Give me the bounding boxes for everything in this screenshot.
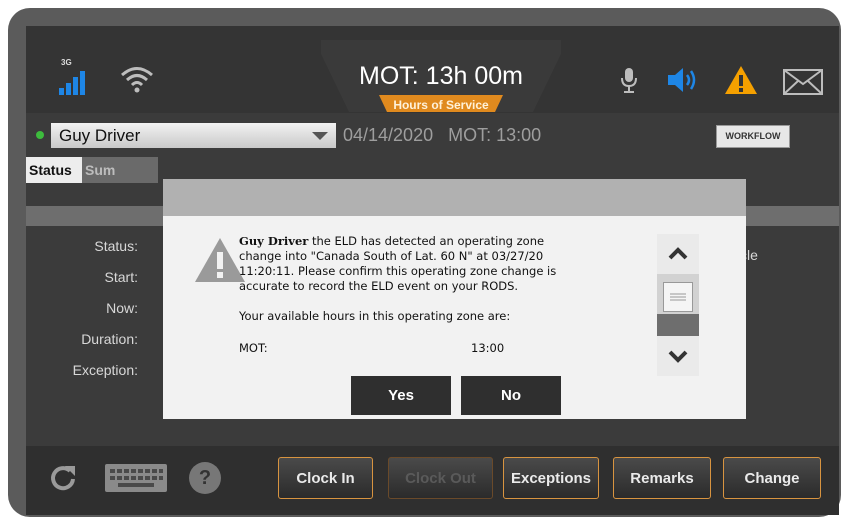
driver-name: Guy Driver (59, 126, 141, 145)
dropdown-arrow-icon (312, 132, 328, 140)
dialog-hours-label: MOT: (239, 341, 268, 355)
dialog-driver-name: Guy Driver (239, 234, 309, 248)
scroll-track (657, 314, 699, 336)
dialog-hours-line: MOT: 13:00 (239, 341, 584, 355)
keyboard-icon[interactable] (104, 463, 168, 493)
workflow-button[interactable]: WORKFLOW (716, 125, 790, 148)
chevron-up-icon (668, 247, 688, 260)
app-screen: 3G MOT: 13h 00m Hours of Service Guy Dri… (26, 26, 839, 515)
wifi-icon[interactable] (119, 64, 155, 94)
refresh-icon[interactable] (48, 463, 78, 493)
zone-change-dialog: Guy Driver the ELD has detected an opera… (163, 179, 746, 419)
start-label: Start: (104, 269, 138, 285)
scroll-up-button[interactable] (657, 234, 699, 274)
top-bar: 3G MOT: 13h 00m Hours of Service (26, 26, 839, 113)
signal-icon[interactable] (58, 68, 86, 96)
microphone-icon[interactable] (619, 66, 639, 94)
driver-select[interactable]: Guy Driver (51, 123, 336, 148)
chevron-down-icon (668, 350, 688, 363)
tab-summary[interactable]: Sum (82, 157, 158, 183)
dialog-scrollbar[interactable] (657, 234, 699, 376)
clock-out-button[interactable]: Clock Out (388, 457, 493, 499)
duration-label: Duration: (81, 331, 138, 347)
warning-icon[interactable] (723, 64, 759, 96)
grip-icon (670, 293, 686, 301)
clock-in-button[interactable]: Clock In (278, 457, 373, 499)
dialog-body: Guy Driver the ELD has detected an opera… (163, 216, 746, 419)
scroll-down-button[interactable] (657, 336, 699, 376)
driver-status-dot (36, 131, 44, 139)
network-type-label: 3G (61, 58, 72, 67)
yes-button[interactable]: Yes (351, 376, 451, 415)
device-frame: 3G MOT: 13h 00m Hours of Service Guy Dri… (8, 8, 841, 517)
hos-label: Hours of Service (393, 98, 489, 112)
scroll-thumb[interactable] (663, 282, 693, 312)
help-icon[interactable]: ? (189, 462, 221, 494)
hos-remaining-time: MOT: 13h 00m (359, 62, 523, 90)
speaker-icon[interactable] (666, 65, 700, 95)
dialog-message: Guy Driver the ELD has detected an opera… (239, 234, 584, 324)
dialog-hours-value: 13:00 (471, 341, 505, 355)
change-button[interactable]: Change (723, 457, 821, 499)
mail-icon[interactable] (783, 69, 823, 95)
driver-row: Guy Driver 04/14/2020 MOT: 13:00 WORKFLO… (26, 121, 839, 151)
tab-status[interactable]: Status (26, 157, 86, 183)
dialog-title-bar (163, 179, 746, 216)
dialog-available-text: Your available hours in this operating z… (239, 309, 511, 323)
remarks-button[interactable]: Remarks (613, 457, 711, 499)
bottom-bar: ? Clock In Clock Out Exceptions Remarks … (26, 446, 839, 515)
now-label: Now: (106, 300, 138, 316)
hours-of-service-panel[interactable]: MOT: 13h 00m Hours of Service (321, 40, 561, 112)
no-button[interactable]: No (461, 376, 561, 415)
exception-label: Exception: (72, 362, 138, 378)
date-status-text: 04/14/2020 MOT: 13:00 (343, 125, 542, 145)
exceptions-button[interactable]: Exceptions (503, 457, 599, 499)
status-label: Status: (94, 238, 138, 254)
